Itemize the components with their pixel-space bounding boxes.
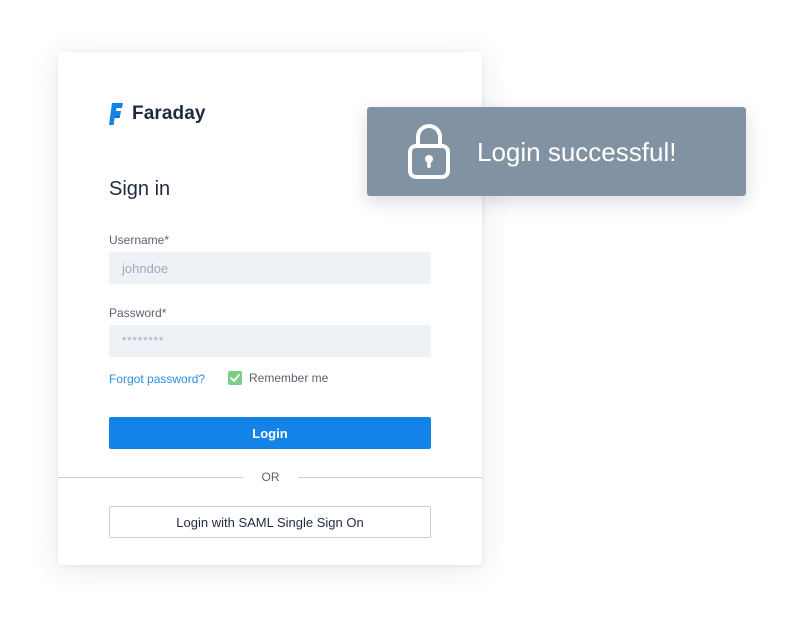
- divider-line-right: [298, 477, 482, 478]
- faraday-logo-icon: [109, 103, 123, 125]
- lock-icon: [408, 124, 450, 179]
- forgot-password-link[interactable]: Forgot password?: [109, 372, 205, 386]
- divider-line-left: [58, 477, 243, 478]
- saml-login-button[interactable]: Login with SAML Single Sign On: [109, 506, 431, 538]
- or-divider: OR: [58, 470, 482, 484]
- remember-me-checkbox[interactable]: Remember me: [228, 371, 328, 385]
- brand-name: Faraday: [132, 103, 206, 124]
- login-button[interactable]: Login: [109, 417, 431, 449]
- page-title: Sign in: [109, 178, 171, 200]
- form-options-row: Forgot password? Remember me: [109, 370, 431, 388]
- checkmark-icon: [230, 374, 240, 382]
- divider-text: OR: [261, 470, 280, 484]
- username-input[interactable]: johndoe: [109, 252, 431, 284]
- password-label: Password*: [109, 306, 167, 320]
- username-placeholder: johndoe: [122, 260, 169, 276]
- stage: Faraday Sign in Username* johndoe Passwo…: [0, 0, 794, 630]
- password-placeholder: ********: [122, 335, 165, 347]
- brand-logo: Faraday: [109, 103, 206, 125]
- toast-message: Login successful!: [477, 137, 677, 167]
- success-toast: Login successful!: [367, 107, 746, 196]
- username-label: Username*: [109, 233, 170, 247]
- checkbox-checked-icon[interactable]: [228, 371, 242, 385]
- remember-me-label: Remember me: [249, 371, 329, 385]
- password-input[interactable]: ********: [109, 325, 431, 357]
